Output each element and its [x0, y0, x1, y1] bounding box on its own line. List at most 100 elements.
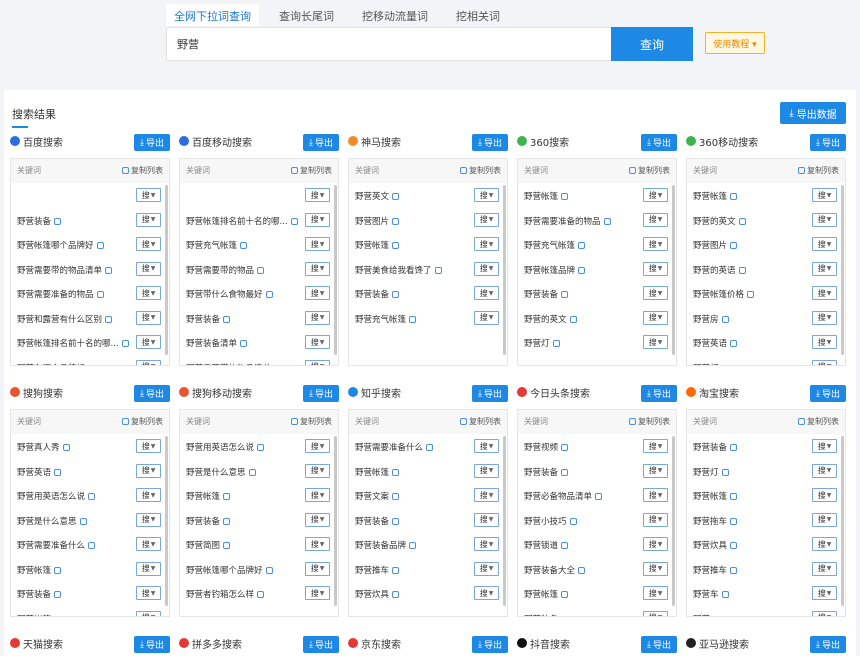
keyword-text[interactable]: 野营帐篷价格: [693, 288, 755, 300]
scrollbar[interactable]: [165, 185, 168, 355]
keyword-text[interactable]: 野营英文: [355, 190, 400, 202]
copy-keyword-icon[interactable]: [730, 542, 738, 549]
keyword-text[interactable]: 野营装备: [186, 515, 231, 527]
search-dropdown[interactable]: 搜▼: [136, 561, 161, 576]
copy-keyword-icon[interactable]: [434, 266, 442, 274]
keyword-text[interactable]: 野营的英语: [693, 264, 746, 276]
search-dropdown[interactable]: 搜▼: [136, 488, 161, 502]
copy-list-link[interactable]: 复制列表: [122, 165, 163, 176]
search-dropdown[interactable]: 搜▼: [812, 488, 837, 502]
search-dropdown[interactable]: 搜▼: [812, 359, 837, 365]
scrollbar[interactable]: [672, 436, 675, 606]
keyword-text[interactable]: 野营帐篷: [17, 613, 62, 616]
search-dropdown[interactable]: 搜▼: [305, 561, 330, 576]
copy-keyword-icon[interactable]: [265, 566, 273, 574]
search-dropdown[interactable]: 搜▼: [305, 439, 330, 453]
copy-keyword-icon[interactable]: [578, 242, 586, 249]
keyword-text[interactable]: 野营房: [693, 313, 729, 325]
copy-keyword-icon[interactable]: [392, 468, 400, 476]
copy-keyword-icon[interactable]: [392, 242, 400, 249]
engine-export-button[interactable]: ⤓ 导出: [472, 134, 508, 151]
search-dropdown[interactable]: 搜▼: [643, 537, 668, 551]
keyword-text[interactable]: 野营车哪个品牌好: [17, 362, 96, 365]
copy-keyword-icon[interactable]: [240, 242, 248, 249]
search-dropdown[interactable]: 搜▼: [812, 335, 837, 349]
search-dropdown[interactable]: 搜▼: [643, 610, 668, 616]
engine-export-button[interactable]: ⤓ 导出: [303, 385, 339, 402]
search-dropdown[interactable]: 搜▼: [643, 488, 668, 502]
keyword-text[interactable]: 野营需要带的物品: [186, 264, 265, 276]
engine-export-button[interactable]: ⤓ 导出: [641, 134, 677, 151]
search-dropdown[interactable]: 搜▼: [643, 286, 668, 300]
search-dropdown[interactable]: 搜▼: [812, 261, 837, 276]
engine-export-button[interactable]: ⤓ 导出: [810, 385, 846, 402]
copy-keyword-icon[interactable]: [392, 517, 400, 525]
search-dropdown[interactable]: 搜▼: [643, 212, 668, 227]
engine-export-button[interactable]: ⤓ 导出: [303, 134, 339, 151]
copy-keyword-icon[interactable]: [54, 468, 62, 476]
scrollbar[interactable]: [841, 436, 844, 606]
search-dropdown[interactable]: 搜▼: [474, 212, 499, 227]
keyword-text[interactable]: 野营装备: [524, 613, 569, 616]
keyword-text[interactable]: 野营灯: [524, 337, 560, 349]
scrollbar[interactable]: [334, 185, 337, 355]
copy-keyword-icon[interactable]: [265, 291, 273, 298]
search-dropdown[interactable]: 搜▼: [643, 561, 668, 576]
search-dropdown[interactable]: 搜▼: [812, 537, 837, 551]
keyword-text[interactable]: 野营装备: [524, 466, 569, 478]
search-dropdown[interactable]: 搜▼: [136, 512, 161, 527]
search-dropdown[interactable]: 搜▼: [812, 512, 837, 527]
copy-keyword-icon[interactable]: [730, 340, 738, 347]
engine-export-button[interactable]: ⤓ 导出: [134, 636, 170, 653]
search-dropdown[interactable]: 搜▼: [305, 586, 330, 600]
search-dropdown[interactable]: 搜▼: [474, 537, 499, 551]
search-dropdown[interactable]: 搜▼: [474, 286, 499, 300]
keyword-text[interactable]: 野营需要带的物品清单: [186, 362, 282, 365]
search-dropdown[interactable]: 搜▼: [643, 586, 668, 600]
keyword-text[interactable]: 野营装备: [693, 441, 738, 453]
copy-list-link[interactable]: 复制列表: [291, 165, 332, 176]
keyword-text[interactable]: 野营的英文: [693, 215, 746, 227]
copy-keyword-icon[interactable]: [561, 615, 569, 616]
copy-keyword-icon[interactable]: [738, 217, 746, 225]
keyword-text[interactable]: 野营用英语怎么说: [186, 441, 265, 453]
search-dropdown[interactable]: 搜▼: [643, 310, 668, 325]
keyword-text[interactable]: 野营帐篷: [186, 490, 231, 502]
search-dropdown[interactable]: 搜▼: [474, 512, 499, 527]
search-dropdown[interactable]: 搜▼: [136, 261, 161, 276]
copy-keyword-icon[interactable]: [738, 266, 746, 274]
search-dropdown[interactable]: 搜▼: [136, 188, 161, 202]
copy-keyword-icon[interactable]: [578, 566, 586, 574]
copy-keyword-icon[interactable]: [578, 266, 586, 274]
keyword-text[interactable]: 野营装备: [355, 288, 400, 300]
keyword-text[interactable]: 野营帐篷: [693, 490, 738, 502]
search-dropdown[interactable]: 搜▼: [305, 488, 330, 502]
keyword-text[interactable]: 野营帐篷品牌: [524, 264, 586, 276]
copy-list-link[interactable]: 复制列表: [798, 165, 839, 176]
scrollbar[interactable]: [165, 436, 168, 606]
search-dropdown[interactable]: 搜▼: [136, 463, 161, 478]
copy-keyword-icon[interactable]: [240, 340, 248, 347]
copy-keyword-icon[interactable]: [392, 493, 400, 500]
tab-longtail-query[interactable]: 查询长尾词: [271, 4, 342, 26]
keyword-text[interactable]: 野营是什么意思: [17, 515, 87, 527]
keyword-text[interactable]: 野营车: [693, 588, 729, 600]
search-dropdown[interactable]: 搜▼: [474, 561, 499, 576]
copy-keyword-icon[interactable]: [409, 315, 417, 323]
engine-export-button[interactable]: ⤓ 导出: [641, 636, 677, 653]
keyword-text[interactable]: 野营英语: [17, 466, 62, 478]
copy-list-link[interactable]: 复制列表: [798, 416, 839, 427]
keyword-text[interactable]: 野营装备品牌: [355, 539, 417, 551]
tab-dropdown-query[interactable]: 全网下拉词查询: [166, 4, 259, 26]
copy-keyword-icon[interactable]: [561, 193, 569, 200]
tutorial-button[interactable]: 使用教程 ▾: [705, 32, 765, 54]
copy-keyword-icon[interactable]: [223, 493, 231, 500]
engine-export-button[interactable]: ⤓ 导出: [810, 636, 846, 653]
copy-keyword-icon[interactable]: [248, 468, 256, 476]
search-dropdown[interactable]: 搜▼: [643, 439, 668, 453]
search-dropdown[interactable]: 搜▼: [812, 463, 837, 478]
keyword-text[interactable]: 野营美食给我看馋了: [355, 264, 442, 276]
copy-keyword-icon[interactable]: [603, 217, 611, 225]
copy-keyword-icon[interactable]: [54, 591, 62, 598]
copy-keyword-icon[interactable]: [105, 266, 113, 274]
